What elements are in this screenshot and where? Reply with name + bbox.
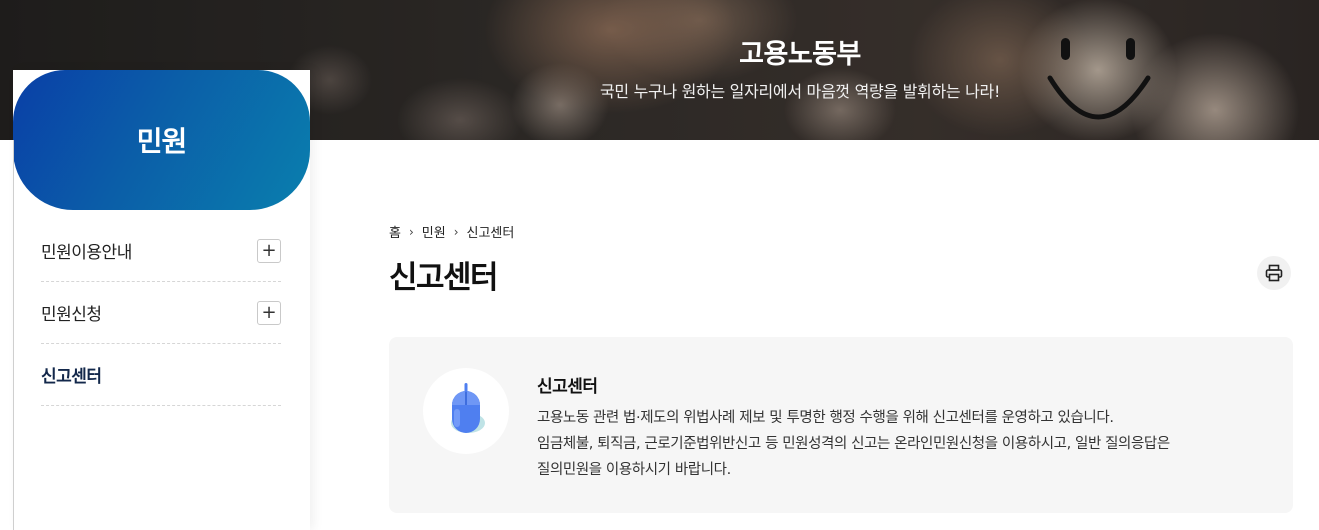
sidebar-item-label: 민원이용안내 xyxy=(41,243,132,263)
print-button[interactable] xyxy=(1257,256,1291,290)
breadcrumb-separator: › xyxy=(453,224,459,239)
sidebar-item-label: 신고센터 xyxy=(41,367,102,387)
sidebar-item-label: 민원신청 xyxy=(41,305,102,325)
breadcrumb-separator: › xyxy=(408,224,414,239)
info-box: 신고센터 고용노동 관련 법·제도의 위법사례 제보 및 투명한 행정 수행을 … xyxy=(389,337,1293,513)
sidebar: 민원 민원이용안내 + 민원신청 + 신고센터 xyxy=(13,70,310,530)
sidebar-title: 민원 xyxy=(136,125,188,158)
info-description: 고용노동 관련 법·제도의 위법사례 제보 및 투명한 행정 수행을 위해 신고… xyxy=(537,405,1277,483)
sidebar-item-report-center[interactable]: 신고센터 xyxy=(41,344,281,406)
sidebar-header: 민원 xyxy=(13,70,310,210)
info-line: 임금체불, 퇴직금, 근로기준법위반신고 등 민원성격의 신고는 온라인민원신청… xyxy=(537,436,1170,452)
sidebar-menu: 민원이용안내 + 민원신청 + 신고센터 xyxy=(41,220,281,406)
mouse-icon xyxy=(451,383,485,433)
printer-icon xyxy=(1265,264,1283,282)
breadcrumb: 홈 › 민원 › 신고센터 xyxy=(389,222,515,242)
expand-plus-icon[interactable]: + xyxy=(257,301,281,325)
sidebar-border xyxy=(13,140,14,530)
breadcrumb-current: 신고센터 xyxy=(466,226,515,241)
info-title: 신고센터 xyxy=(537,377,598,397)
info-icon-circle xyxy=(423,368,509,454)
banner-title: 고용노동부 xyxy=(739,39,861,70)
info-line: 고용노동 관련 법·제도의 위법사례 제보 및 투명한 행정 수행을 위해 신고… xyxy=(537,410,1114,426)
info-line: 질의민원을 이용하시기 바랍니다. xyxy=(537,462,731,478)
breadcrumb-home[interactable]: 홈 xyxy=(389,222,401,241)
page-title: 신고센터 xyxy=(389,260,499,296)
expand-plus-icon[interactable]: + xyxy=(257,239,281,263)
breadcrumb-civil[interactable]: 민원 xyxy=(422,222,446,241)
sidebar-item-civil-guide[interactable]: 민원이용안내 + xyxy=(41,220,281,282)
sidebar-item-civil-application[interactable]: 민원신청 + xyxy=(41,282,281,344)
